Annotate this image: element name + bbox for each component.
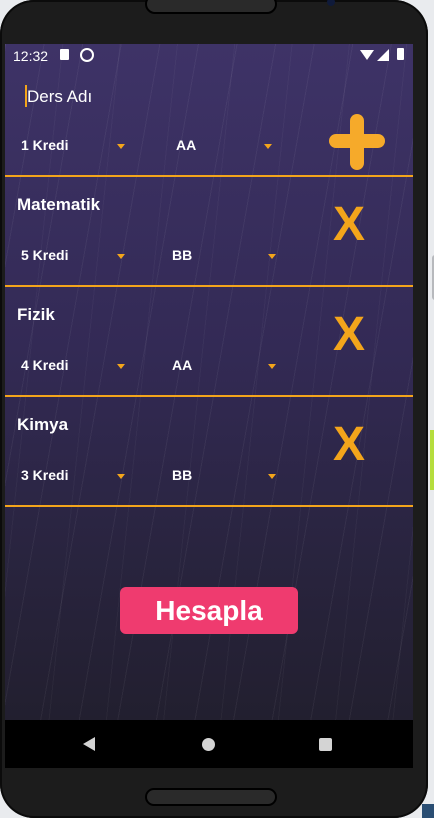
chevron-down-icon [117,254,125,259]
phone-frame: 12:32 Ders Adı 1 Kredi AA Matematik 5 Kr… [0,0,428,818]
chevron-down-icon [268,474,276,479]
credit-value: 3 Kredi [21,467,69,483]
credit-value: 4 Kredi [21,357,69,373]
top-speaker [145,0,277,14]
chevron-down-icon [117,364,125,369]
grade-dropdown[interactable]: BB [172,247,292,269]
grade-value: BB [172,467,193,483]
back-icon[interactable] [83,737,95,751]
system-nav-bar [5,720,413,768]
add-icon-vertical [350,114,364,170]
home-icon[interactable] [202,738,215,751]
chevron-down-icon [268,364,276,369]
corner-box [422,804,434,818]
course-name: Matematik [17,195,101,214]
grade-dropdown[interactable]: AA [172,137,292,159]
bottom-speaker [145,788,277,806]
status-time: 12:32 [13,48,49,64]
remove-course-button[interactable]: X [323,309,375,361]
edge-strip [430,430,434,490]
credit-value: 5 Kredi [21,247,69,263]
chevron-down-icon [268,254,276,259]
chevron-down-icon [264,144,272,149]
grade-dropdown[interactable]: AA [172,357,292,379]
grade-dropdown[interactable]: BB [172,467,292,489]
grade-value: BB [172,247,193,263]
remove-course-button[interactable]: X [323,419,375,471]
chevron-down-icon [117,144,125,149]
camera-icon [327,0,335,6]
course-row: Matematik 5 Kredi BB X [5,177,413,287]
course-name-input[interactable]: Ders Adı [27,87,92,107]
credit-dropdown[interactable]: 4 Kredi [21,357,131,379]
recents-icon[interactable] [319,738,332,751]
calculate-button[interactable]: Hesapla [120,587,298,634]
credit-dropdown[interactable]: 1 Kredi [21,137,131,159]
new-course-row: Ders Adı 1 Kredi AA [5,67,413,177]
chevron-down-icon [117,474,125,479]
grade-value: AA [176,137,197,153]
wifi-icon [360,50,374,60]
sim-icon [60,49,69,60]
course-row: Fizik 4 Kredi AA X [5,287,413,397]
credit-dropdown[interactable]: 3 Kredi [21,467,131,489]
app-screen: 12:32 Ders Adı 1 Kredi AA Matematik 5 Kr… [5,44,413,720]
remove-course-button[interactable]: X [323,199,375,251]
status-bar: 12:32 [5,44,413,68]
credit-dropdown[interactable]: 5 Kredi [21,247,131,269]
grade-value: AA [172,357,193,373]
add-course-button[interactable] [329,114,385,170]
course-name: Kimya [17,415,69,434]
credit-value: 1 Kredi [21,137,69,153]
battery-icon [397,48,404,60]
course-name: Fizik [17,305,55,324]
sync-icon [80,48,94,62]
signal-icon [377,49,389,61]
course-row: Kimya 3 Kredi BB X [5,397,413,507]
